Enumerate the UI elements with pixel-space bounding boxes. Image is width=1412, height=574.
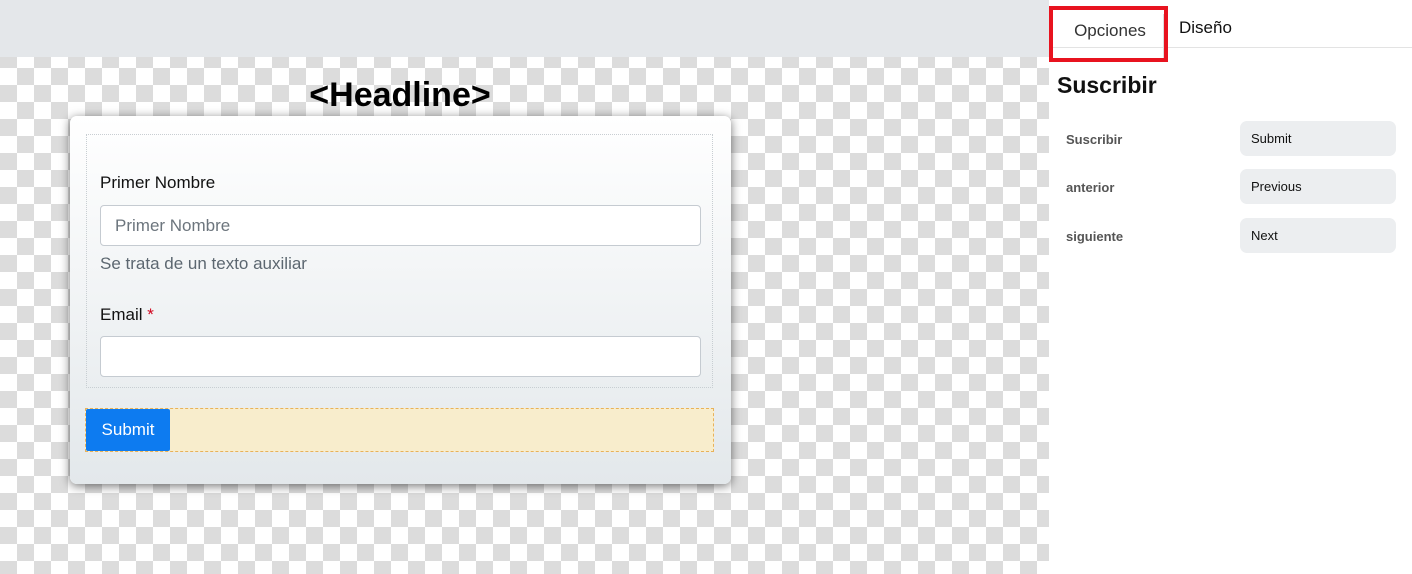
properties-panel: Opciones Diseño Suscribir Suscribir Subm…: [1049, 0, 1412, 574]
submit-button[interactable]: Submit: [86, 409, 170, 451]
property-input-next[interactable]: Next: [1240, 218, 1396, 253]
tab-design[interactable]: Diseño: [1179, 18, 1232, 38]
property-label-previous: anterior: [1066, 180, 1115, 195]
form-headline[interactable]: <Headline>: [0, 76, 800, 115]
form-canvas: <Headline> Primer Nombre Primer Nombre S…: [0, 0, 1049, 574]
required-marker: *: [147, 305, 154, 324]
first-name-help-text: Se trata de un texto auxiliar: [100, 254, 307, 273]
form-card[interactable]: Primer Nombre Primer Nombre Se trata de …: [70, 116, 731, 484]
property-label-next: siguiente: [1066, 229, 1124, 244]
tab-options-highlight: Opciones: [1049, 6, 1168, 62]
email-label: Email *: [100, 305, 154, 325]
property-label-subscribe: Suscribir: [1066, 132, 1123, 147]
email-input[interactable]: [100, 336, 701, 377]
first-name-label: Primer Nombre: [100, 173, 216, 192]
panel-title: Suscribir: [1057, 72, 1157, 98]
canvas-toolbar-strip: [0, 0, 1049, 57]
property-input-previous[interactable]: Previous: [1240, 169, 1396, 204]
submit-row[interactable]: Submit: [85, 408, 714, 452]
fields-container[interactable]: Primer Nombre Primer Nombre Se trata de …: [86, 134, 713, 388]
tab-options[interactable]: Opciones: [1057, 14, 1164, 58]
panel-tab-bar: Opciones Diseño: [1049, 0, 1412, 62]
property-input-subscribe[interactable]: Submit: [1240, 121, 1396, 156]
email-label-text: Email: [100, 305, 143, 324]
first-name-input[interactable]: Primer Nombre: [100, 205, 701, 246]
